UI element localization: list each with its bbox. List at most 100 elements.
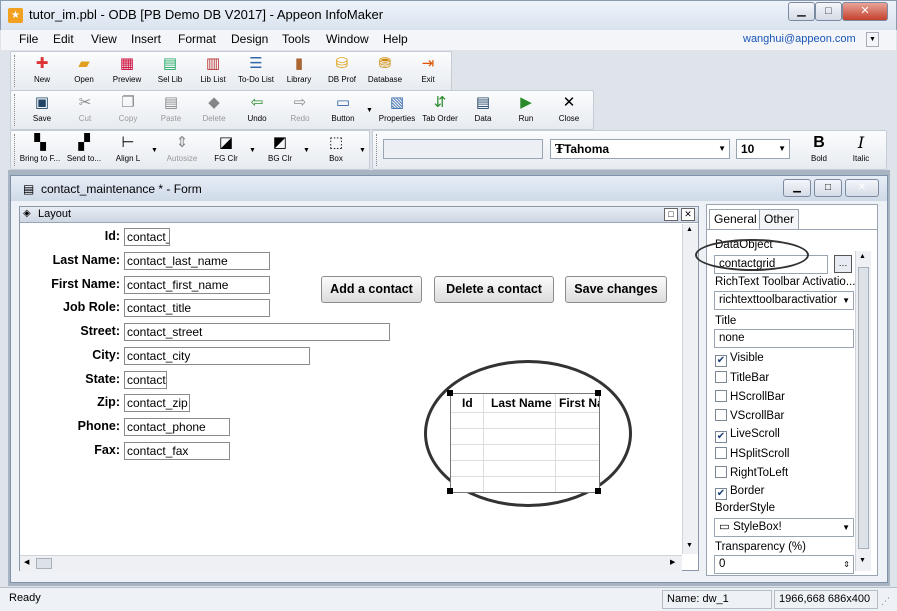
scroll-right-icon[interactable]: ▶ (670, 558, 675, 566)
scroll-down-icon[interactable]: ▼ (686, 542, 693, 549)
checkbox-hsplitscroll[interactable]: HSplitScroll (715, 447, 789, 460)
bold-button[interactable]: B Bold (796, 133, 842, 167)
menu-chevron-down-icon[interactable]: ▼ (866, 32, 879, 47)
size-grip-icon[interactable]: ⋰ (881, 596, 890, 607)
maximize-button[interactable]: □ (815, 2, 842, 21)
tab-other[interactable]: Other (759, 209, 800, 229)
box-border-button[interactable]: ⬚ Box (313, 133, 359, 167)
menu-insert[interactable]: Insert (131, 32, 161, 46)
properties-button[interactable]: ▧ Properties (374, 93, 420, 127)
chevron-down-icon[interactable]: ▼ (303, 147, 310, 154)
checkbox-vscrollbar[interactable]: VScrollBar (715, 409, 784, 422)
new-button[interactable]: ✚ New (19, 54, 65, 88)
redo-button[interactable]: ⇨ Redo (277, 93, 323, 127)
checkbox-visible[interactable]: ✔ Visible (715, 352, 764, 367)
chevron-down-icon[interactable]: ▼ (359, 147, 366, 154)
resize-handle[interactable] (595, 390, 601, 396)
save-button[interactable]: ▣ Save (19, 93, 65, 127)
datawindow-control[interactable]: Id Last Name First Na (450, 393, 600, 493)
library-button[interactable]: ▮ Library (276, 54, 322, 88)
menu-file[interactable]: File (19, 32, 38, 46)
database-button[interactable]: ⛃ Database (362, 54, 408, 88)
background-color-button[interactable]: ◩ BG Clr (257, 133, 303, 167)
field-last-name[interactable]: contact_last_name (124, 252, 270, 270)
cut-button[interactable]: ✂ Cut (62, 93, 108, 127)
run-button[interactable]: ▶ Run (503, 93, 549, 127)
field-zip[interactable]: contact_zip (124, 394, 190, 412)
menu-help[interactable]: Help (383, 32, 408, 46)
field-city[interactable]: contact_city (124, 347, 310, 365)
todo-list-button[interactable]: ☰ To-Do List (233, 54, 279, 88)
send-to-back-button[interactable]: ▞ Send to... (61, 133, 107, 167)
tab-order-button[interactable]: ⇵ Tab Order (417, 93, 463, 127)
foreground-color-button[interactable]: ◪ FG Clr (203, 133, 249, 167)
field-state[interactable]: contact (124, 371, 167, 389)
resize-handle[interactable] (447, 390, 453, 396)
form-maximize-button[interactable]: □ (814, 179, 842, 197)
scroll-thumb[interactable] (36, 558, 52, 569)
font-name-combo[interactable]: ŦTahoma ▼ (550, 139, 730, 159)
chevron-down-icon[interactable]: ▼ (249, 147, 256, 154)
preview-button[interactable]: ▦ Preview (104, 54, 150, 88)
bring-to-front-button[interactable]: ▚ Bring to F... (17, 133, 63, 167)
toolbar-grip[interactable] (376, 134, 380, 166)
style-combo[interactable] (383, 139, 543, 159)
scroll-down-icon[interactable]: ▼ (859, 557, 866, 564)
title-input[interactable]: none (714, 329, 854, 348)
checkbox-righttoleft[interactable]: RightToLeft (715, 466, 788, 479)
add-contact-button[interactable]: Add a contact (321, 276, 422, 303)
open-button[interactable]: ▰ Open (61, 54, 107, 88)
checkbox-livescroll[interactable]: ✔ LiveScroll (715, 428, 780, 443)
menu-format[interactable]: Format (178, 32, 216, 46)
tab-general[interactable]: General (709, 209, 762, 230)
layout-maximize-button[interactable]: □ (664, 208, 678, 221)
close-window-button[interactable]: ✕ (842, 2, 888, 21)
checkbox-border[interactable]: ✔ Border (715, 485, 765, 500)
menu-view[interactable]: View (91, 32, 117, 46)
form-minimize-button[interactable]: ▁ (783, 179, 811, 197)
dataobject-browse-button[interactable]: … (834, 255, 852, 273)
autosize-button[interactable]: ⇕ Autosize (159, 133, 205, 167)
field-first-name[interactable]: contact_first_name (124, 276, 270, 294)
menu-edit[interactable]: Edit (53, 32, 74, 46)
layout-close-button[interactable]: ✕ (681, 208, 695, 221)
select-library-button[interactable]: ▤ Sel Lib (147, 54, 193, 88)
field-phone[interactable]: contact_phone (124, 418, 230, 436)
copy-button[interactable]: ❐ Copy (105, 93, 151, 127)
checkbox-hscrollbar[interactable]: HScrollBar (715, 390, 785, 403)
chevron-down-icon[interactable]: ▼ (366, 107, 373, 114)
resize-handle[interactable] (447, 488, 453, 494)
menu-window[interactable]: Window (326, 32, 369, 46)
transparency-input[interactable]: 0 ⇕ (714, 555, 854, 574)
paste-button[interactable]: ▤ Paste (148, 93, 194, 127)
close-button[interactable]: ✕ Close (546, 93, 592, 127)
scroll-up-icon[interactable]: ▲ (859, 253, 866, 260)
button-control-button[interactable]: ▭ Button (320, 93, 366, 127)
db-profile-button[interactable]: ⛁ DB Prof (319, 54, 365, 88)
font-size-combo[interactable]: 10 ▼ (736, 139, 790, 159)
exit-button[interactable]: ⇥ Exit (405, 54, 451, 88)
spinner-icon[interactable]: ⇕ (843, 556, 850, 573)
chevron-down-icon[interactable]: ▼ (151, 147, 158, 154)
save-changes-button[interactable]: Save changes (565, 276, 667, 303)
field-street[interactable]: contact_street (124, 323, 390, 341)
minimize-button[interactable]: ▁ (788, 2, 815, 21)
italic-button[interactable]: I Italic (838, 133, 884, 167)
menu-design[interactable]: Design (231, 32, 268, 46)
layout-horizontal-scrollbar[interactable]: ◀ ▶ (20, 555, 682, 571)
scroll-up-icon[interactable]: ▲ (686, 226, 693, 233)
data-button[interactable]: ▤ Data (460, 93, 506, 127)
field-id[interactable]: contact_ (124, 228, 170, 246)
library-list-button[interactable]: ▥ Lib List (190, 54, 236, 88)
undo-button[interactable]: ⇦ Undo (234, 93, 280, 127)
borderstyle-select[interactable]: ▭ StyleBox! ▼ (714, 518, 854, 537)
properties-scrollbar[interactable]: ▲ ▼ (855, 251, 871, 571)
toolbar-grip[interactable] (14, 55, 18, 87)
menu-tools[interactable]: Tools (282, 32, 310, 46)
field-job-role[interactable]: contact_title (124, 299, 270, 317)
scroll-left-icon[interactable]: ◀ (24, 558, 29, 566)
form-close-button[interactable]: ✕ (845, 179, 879, 197)
delete-button[interactable]: ◆ Delete (191, 93, 237, 127)
richtext-select[interactable]: richtexttoolbaractivatior ▼ (714, 291, 854, 310)
scroll-thumb[interactable] (858, 267, 869, 549)
